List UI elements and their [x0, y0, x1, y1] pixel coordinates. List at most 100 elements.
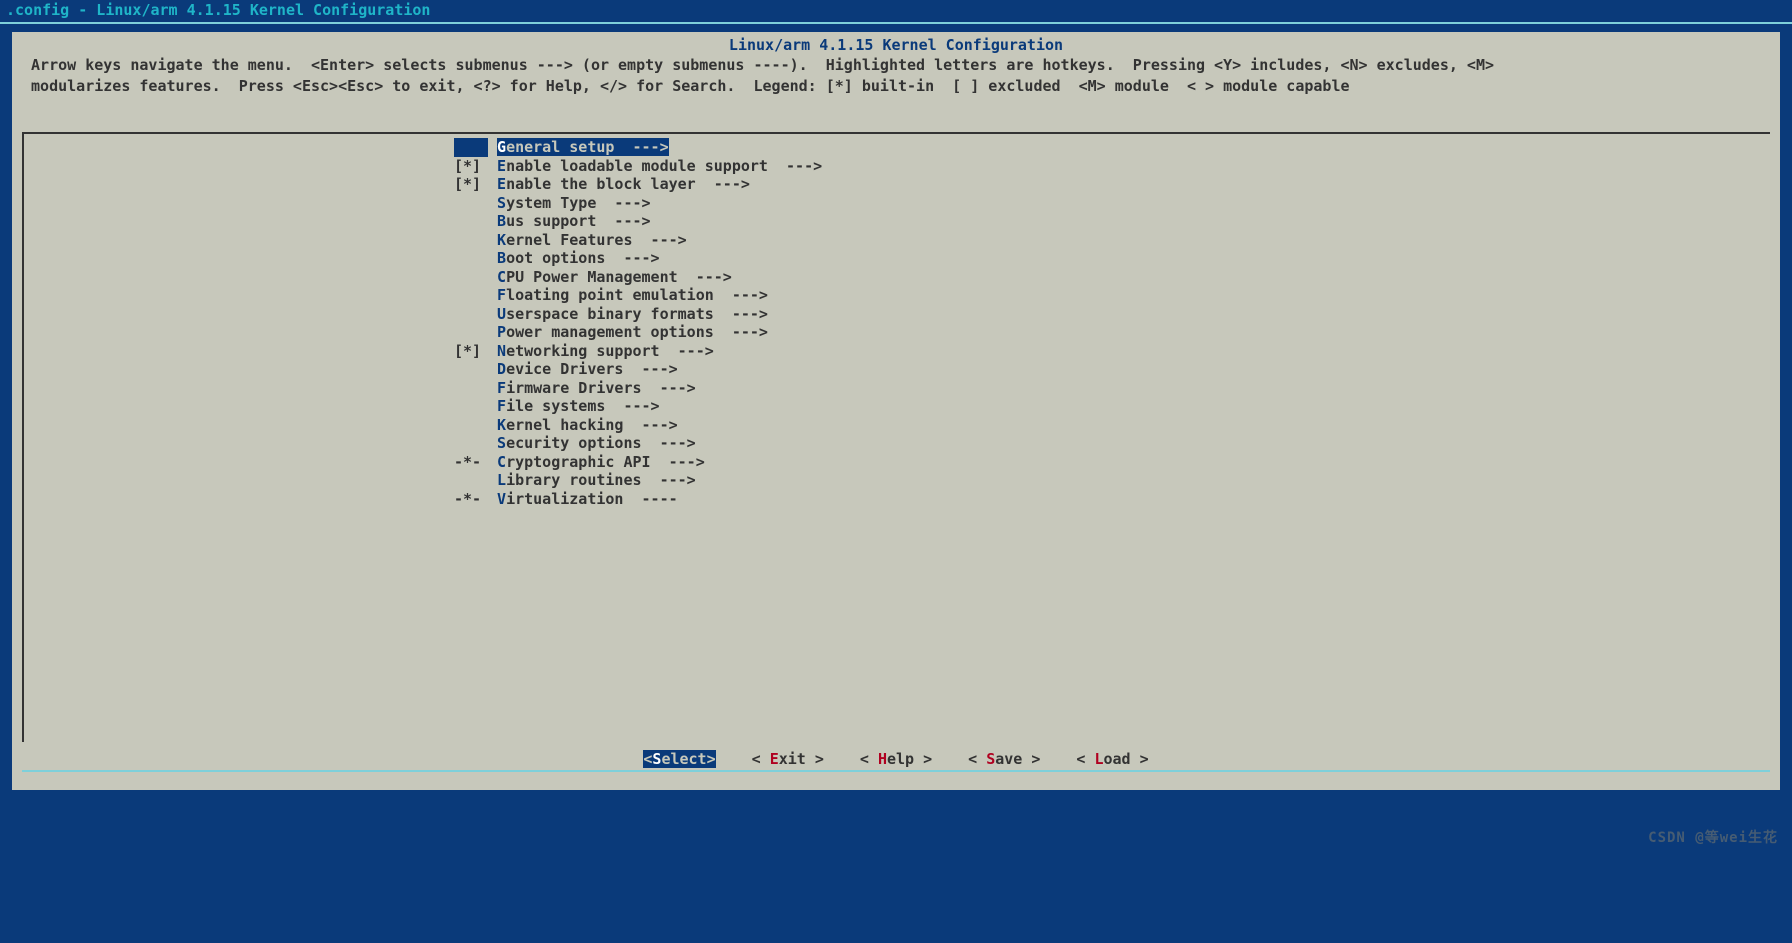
menu-item-hotkey: K	[497, 231, 506, 249]
button-prefix: <	[968, 750, 986, 768]
button-suffix: xit >	[779, 750, 824, 768]
menu-item-hotkey: P	[497, 323, 506, 341]
menu-item-prefix	[454, 305, 488, 324]
menu-item-text: loating point emulation --->	[506, 286, 768, 304]
menu-item-text: oot options --->	[506, 249, 660, 267]
menu-item-hotkey: K	[497, 416, 506, 434]
menu-item-hotkey: F	[497, 397, 506, 415]
title-divider	[0, 22, 1792, 24]
menu-item[interactable]: Library routines --->	[454, 471, 894, 490]
menu-item-prefix	[454, 231, 488, 250]
menu-item-prefix	[454, 323, 488, 342]
menu-item-hotkey: S	[497, 434, 506, 452]
menu-item-label: Enable the block layer --->	[497, 175, 750, 193]
select-button[interactable]: <Select>	[643, 750, 715, 768]
menu-item-label: Kernel hacking --->	[497, 416, 678, 434]
menu-item[interactable]: -*- Cryptographic API --->	[454, 453, 894, 472]
menu-item-text: ernel hacking --->	[506, 416, 678, 434]
menu-item[interactable]: Security options --->	[454, 434, 894, 453]
menu-item-text: ystem Type --->	[506, 194, 651, 212]
menu-item[interactable]: Kernel Features --->	[454, 231, 894, 250]
menu-item-label: General setup --->	[497, 138, 669, 156]
button-hotkey: S	[986, 750, 995, 768]
menu-item-label: Kernel Features --->	[497, 231, 687, 249]
panel-title: Linux/arm 4.1.15 Kernel Configuration	[12, 32, 1780, 54]
menu-item[interactable]: Userspace binary formats --->	[454, 305, 894, 324]
menu-item-prefix	[454, 397, 488, 416]
menu-item-prefix: [*]	[454, 342, 488, 361]
menu-item-label: Userspace binary formats --->	[497, 305, 768, 323]
menu-item-hotkey: S	[497, 194, 506, 212]
menu-item-text: ernel Features --->	[506, 231, 687, 249]
menu-item-label: CPU Power Management --->	[497, 268, 732, 286]
menu-item-hotkey: N	[497, 342, 506, 360]
menu-item-text: serspace binary formats --->	[506, 305, 768, 323]
menu-item-prefix	[454, 471, 488, 490]
menu-item-label: Floating point emulation --->	[497, 286, 768, 304]
help-line-2: modularizes features. Press <Esc><Esc> t…	[12, 75, 1780, 96]
button-bar: <Select>< Exit >< Help >< Save >< Load >	[12, 750, 1780, 768]
panel-bottom-divider	[22, 770, 1770, 772]
menu-item-hotkey: L	[497, 471, 506, 489]
menu-item-prefix	[454, 360, 488, 379]
menu-item-prefix: [*]	[454, 175, 488, 194]
menu-item-label: Firmware Drivers --->	[497, 379, 696, 397]
menu-item-text: us support --->	[506, 212, 651, 230]
menu-item-text: PU Power Management --->	[506, 268, 732, 286]
load-button[interactable]: < Load >	[1076, 750, 1148, 768]
menu-item[interactable]: Kernel hacking --->	[454, 416, 894, 435]
menu-item[interactable]: -*- Virtualization ----	[454, 490, 894, 509]
menu-item-text: eneral setup --->	[506, 138, 669, 156]
menu-item-label: Boot options --->	[497, 249, 660, 267]
button-suffix: oad >	[1103, 750, 1148, 768]
menu-item-label: Enable loadable module support --->	[497, 157, 822, 175]
save-button[interactable]: < Save >	[968, 750, 1040, 768]
menu-item[interactable]: [*] Enable the block layer --->	[454, 175, 894, 194]
menu-item-hotkey: D	[497, 360, 506, 378]
menu-item[interactable]: Power management options --->	[454, 323, 894, 342]
menu-item-label: Library routines --->	[497, 471, 696, 489]
exit-button[interactable]: < Exit >	[752, 750, 824, 768]
menu-item-text: ibrary routines --->	[506, 471, 696, 489]
menu-item-text: ecurity options --->	[506, 434, 696, 452]
menu-list: General setup --->[*] Enable loadable mo…	[454, 138, 894, 508]
menu-item-text: ile systems --->	[506, 397, 660, 415]
menu-item[interactable]: Bus support --->	[454, 212, 894, 231]
menu-item-prefix: -*-	[454, 453, 488, 472]
button-prefix: <	[752, 750, 770, 768]
help-line-1: Arrow keys navigate the menu. <Enter> se…	[12, 54, 1780, 75]
menu-item-text: nable the block layer --->	[506, 175, 750, 193]
button-hotkey: E	[770, 750, 779, 768]
menu-item[interactable]: Boot options --->	[454, 249, 894, 268]
menu-item[interactable]: Floating point emulation --->	[454, 286, 894, 305]
menu-item[interactable]: File systems --->	[454, 397, 894, 416]
menu-item-hotkey: U	[497, 305, 506, 323]
menu-item[interactable]: Firmware Drivers --->	[454, 379, 894, 398]
menu-item[interactable]: CPU Power Management --->	[454, 268, 894, 287]
menu-item-label: System Type --->	[497, 194, 651, 212]
menu-item-prefix	[454, 194, 488, 213]
menu-item-prefix	[454, 212, 488, 231]
menu-item-prefix	[454, 138, 488, 157]
menu-item[interactable]: System Type --->	[454, 194, 894, 213]
menu-item-prefix	[454, 416, 488, 435]
main-panel: Linux/arm 4.1.15 Kernel Configuration Ar…	[10, 32, 1782, 792]
menu-item[interactable]: Device Drivers --->	[454, 360, 894, 379]
button-suffix: ave >	[995, 750, 1040, 768]
button-suffix: elect>	[661, 750, 715, 768]
menu-item-hotkey: B	[497, 249, 506, 267]
menu-item[interactable]: General setup --->	[454, 138, 894, 157]
menu-item-hotkey: G	[497, 138, 506, 156]
help-button[interactable]: < Help >	[860, 750, 932, 768]
menu-item-text: nable loadable module support --->	[506, 157, 822, 175]
menu-item-label: Bus support --->	[497, 212, 651, 230]
menu-item-text: evice Drivers --->	[506, 360, 678, 378]
menu-item-label: File systems --->	[497, 397, 660, 415]
menu-item-hotkey: F	[497, 379, 506, 397]
menu-item[interactable]: [*] Networking support --->	[454, 342, 894, 361]
menu-item-label: Virtualization ----	[497, 490, 678, 508]
menu-item-prefix	[454, 286, 488, 305]
menu-item-label: Power management options --->	[497, 323, 768, 341]
menu-item[interactable]: [*] Enable loadable module support --->	[454, 157, 894, 176]
window-title: .config - Linux/arm 4.1.15 Kernel Config…	[0, 0, 1792, 20]
